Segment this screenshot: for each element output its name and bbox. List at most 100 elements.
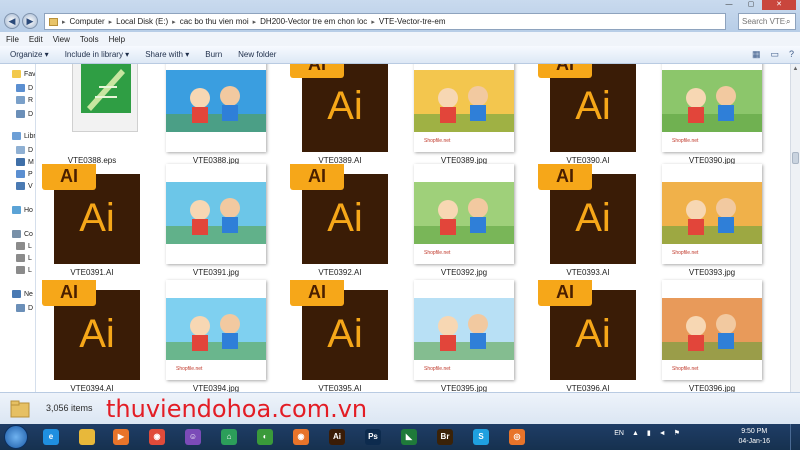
nav-item[interactable]: L [16, 242, 32, 250]
item-count: 3,056 items [46, 403, 93, 413]
menu-tools[interactable]: Tools [80, 35, 99, 44]
taskbar-button[interactable]: ◣ [394, 426, 424, 448]
taskbar-button[interactable]: ◉ [286, 426, 316, 448]
file-item[interactable]: Shopfile.net VTE0390.jpg [660, 64, 764, 168]
menu-edit[interactable]: Edit [29, 35, 43, 44]
nav-item-label: M [28, 158, 34, 166]
status-bar: 3,056 items thuviendohoa.com.vn [0, 392, 800, 424]
taskbar: EN ▲ ▮ ◄ ⚑ 9:50 PM 04-Jan-16 e ▶ ◉ ☺ ⌂ ◐ ◉ Ai Ps… [0, 424, 800, 450]
nav-item[interactable]: P [16, 170, 33, 178]
file-item[interactable]: Shopfile.net VTE0396.jpg [660, 280, 764, 392]
search-input[interactable] [742, 17, 786, 26]
illustrator-file-icon: AI Ai [538, 164, 638, 264]
organize-button[interactable]: Organize ▾ [10, 50, 49, 59]
preview-pane-icon[interactable]: ▭ [770, 49, 779, 60]
close-button[interactable]: ✕ [762, 0, 796, 10]
vertical-scrollbar[interactable]: ▲ [790, 64, 800, 392]
nav-item[interactable]: L [16, 266, 32, 274]
start-button[interactable] [4, 425, 28, 449]
taskbar-button[interactable]: ⌂ [214, 426, 244, 448]
nav-item-label: R [28, 96, 34, 104]
file-item[interactable]: AI Ai VTE0396.AI [536, 280, 640, 392]
menu-help[interactable]: Help [109, 35, 125, 44]
image-thumbnail: Shopfile.net [166, 280, 266, 380]
nav-item[interactable]: Libr [12, 132, 35, 140]
nav-item[interactable]: Fav [12, 70, 35, 78]
nav-item[interactable]: R [16, 96, 33, 104]
taskbar-button[interactable]: ☺ [178, 426, 208, 448]
folder-icon [10, 400, 30, 418]
file-item[interactable]: VTE0388.jpg [164, 64, 268, 168]
language-indicator[interactable]: EN [614, 430, 624, 437]
nav-item[interactable]: Ne [12, 290, 33, 298]
nav-item[interactable]: Ho [12, 206, 33, 214]
taskbar-button[interactable]: ▶ [106, 426, 136, 448]
file-item[interactable]: Shopfile.net VTE0393.jpg [660, 164, 764, 280]
breadcrumb-dh200[interactable]: DH200-Vector tre em chon loc [260, 17, 367, 26]
view-options-icon[interactable]: ▦ [752, 49, 761, 60]
menu-file[interactable]: File [6, 35, 19, 44]
breadcrumb-local-disk[interactable]: Local Disk (E:) [116, 17, 168, 26]
title-bar: — ▢ ✕ ◀ ▶ ▸ Computer ▸ Local Disk (E:) ▸… [0, 0, 800, 32]
volume-icon[interactable]: ◄ [659, 430, 666, 437]
scroll-up-icon[interactable]: ▲ [791, 64, 800, 74]
nav-item[interactable]: L [16, 254, 32, 262]
nav-item-label: D [28, 84, 34, 92]
taskbar-button[interactable]: Ai [322, 426, 352, 448]
nav-item[interactable]: V [16, 182, 33, 190]
back-button[interactable]: ◀ [4, 13, 20, 29]
show-desktop-button[interactable] [790, 424, 800, 450]
file-item[interactable]: VTE0388.eps [40, 64, 144, 168]
nav-item[interactable]: D [16, 304, 33, 312]
address-bar[interactable]: ▸ Computer ▸ Local Disk (E:) ▸ cac bo th… [44, 13, 726, 30]
taskbar-button[interactable]: ◎ [502, 426, 532, 448]
nav-item[interactable]: D [16, 84, 33, 92]
help-icon[interactable]: ? [789, 49, 794, 60]
file-name: VTE0392.jpg [440, 268, 488, 277]
tray-up-icon[interactable]: ▲ [632, 430, 639, 437]
file-item[interactable]: Shopfile.net VTE0389.jpg [412, 64, 516, 168]
nav-item[interactable]: D [16, 110, 33, 118]
file-item[interactable]: Shopfile.net VTE0394.jpg [164, 280, 268, 392]
maximize-button[interactable]: ▢ [740, 0, 762, 10]
clock[interactable]: 9:50 PM 04-Jan-16 [738, 427, 770, 447]
taskbar-button[interactable]: Br [430, 426, 460, 448]
breadcrumb-vte[interactable]: VTE-Vector-tre-em [379, 17, 446, 26]
menu-bar: File Edit View Tools Help [0, 32, 800, 46]
nav-item[interactable]: M [16, 158, 34, 166]
nav-item-label: D [28, 110, 34, 118]
file-name: VTE0391.jpg [192, 268, 240, 277]
file-item[interactable]: AI Ai VTE0392.AI [288, 164, 392, 280]
flag-icon[interactable]: ⚑ [674, 429, 680, 437]
share-with-button[interactable]: Share with ▾ [145, 50, 189, 59]
network-icon[interactable]: ▮ [647, 429, 651, 437]
file-item[interactable]: AI Ai VTE0391.AI [40, 164, 144, 280]
taskbar-button[interactable]: ◉ [142, 426, 172, 448]
menu-view[interactable]: View [53, 35, 70, 44]
file-item[interactable]: Shopfile.net VTE0392.jpg [412, 164, 516, 280]
breadcrumb-computer[interactable]: Computer [70, 17, 105, 26]
taskbar-button[interactable] [72, 426, 102, 448]
file-item[interactable]: Shopfile.net VTE0395.jpg [412, 280, 516, 392]
taskbar-button[interactable]: S [466, 426, 496, 448]
include-in-library-button[interactable]: Include in library ▾ [65, 50, 130, 59]
forward-button[interactable]: ▶ [22, 13, 38, 29]
file-item[interactable]: VTE0391.jpg [164, 164, 268, 280]
file-item[interactable]: AI Ai VTE0389.AI [288, 64, 392, 168]
search-box[interactable]: ⌕ [738, 13, 796, 30]
scrollbar-thumb[interactable] [792, 152, 799, 164]
taskbar-button[interactable]: Ps [358, 426, 388, 448]
file-item[interactable]: AI Ai VTE0394.AI [40, 280, 144, 392]
new-folder-button[interactable]: New folder [238, 50, 276, 59]
file-item[interactable]: AI Ai VTE0390.AI [536, 64, 640, 168]
minimize-button[interactable]: — [718, 0, 740, 10]
breadcrumb-thu-vien[interactable]: cac bo thu vien moi [180, 17, 249, 26]
burn-button[interactable]: Burn [205, 50, 222, 59]
nav-item[interactable]: D [16, 146, 33, 154]
file-item[interactable]: AI Ai VTE0393.AI [536, 164, 640, 280]
file-item[interactable]: AI Ai VTE0395.AI [288, 280, 392, 392]
nav-item[interactable]: Co [12, 230, 33, 238]
image-thumbnail [166, 64, 266, 152]
taskbar-button[interactable]: ◐ [250, 426, 280, 448]
taskbar-button[interactable]: e [36, 426, 66, 448]
